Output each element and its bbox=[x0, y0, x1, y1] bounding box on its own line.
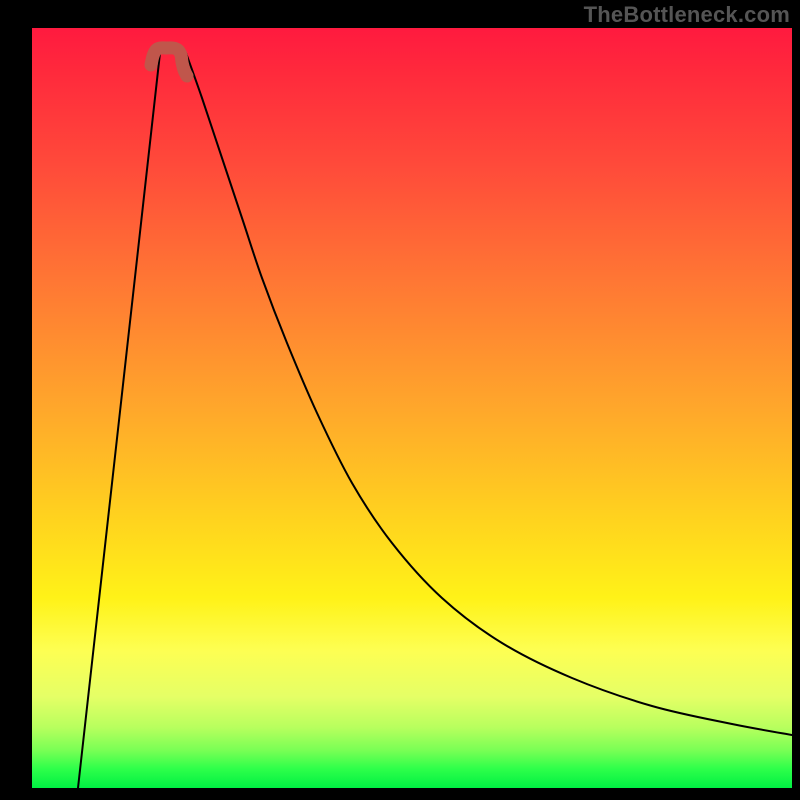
left-descending-line bbox=[78, 53, 160, 788]
right-rising-curve bbox=[186, 53, 792, 735]
plot-area bbox=[32, 28, 792, 788]
j-shaped-marker bbox=[151, 48, 187, 76]
curves-layer bbox=[32, 28, 792, 788]
chart-stage: TheBottleneck.com bbox=[0, 0, 800, 800]
watermark-text: TheBottleneck.com bbox=[584, 2, 790, 28]
